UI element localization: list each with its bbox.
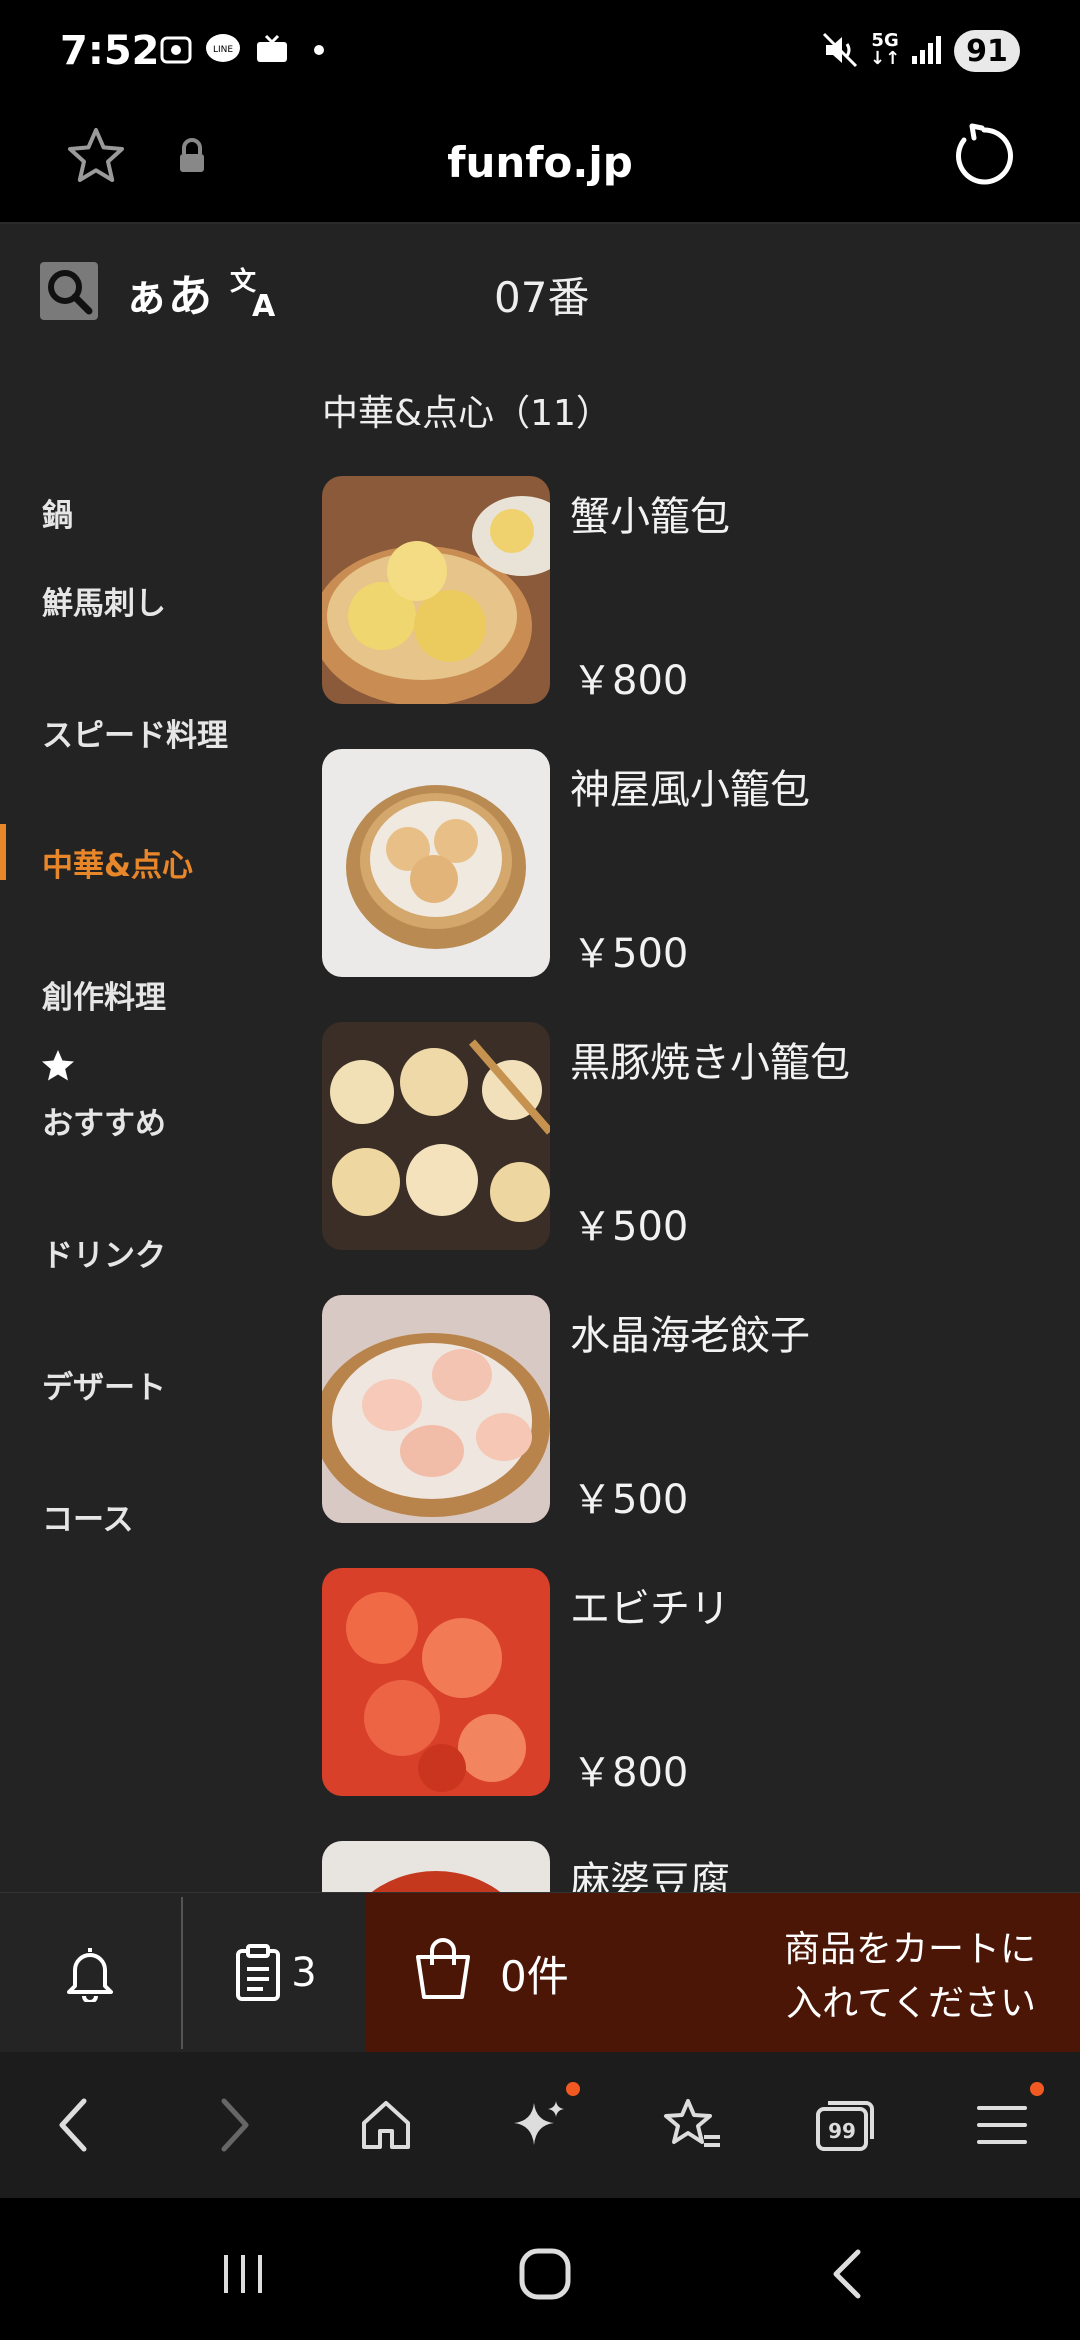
item-photo	[322, 749, 550, 977]
home-icon[interactable]	[346, 2090, 426, 2160]
svg-text:LINE: LINE	[213, 45, 233, 55]
search-button[interactable]	[40, 262, 98, 320]
battery-indicator: 91	[954, 30, 1020, 72]
recent-apps-icon[interactable]	[208, 2244, 278, 2304]
menu-item[interactable]: 蟹小籠包 ￥800	[322, 476, 1062, 704]
item-name: 蟹小籠包	[570, 494, 730, 540]
home-button-icon[interactable]	[510, 2244, 580, 2304]
item-price: ￥500	[572, 931, 689, 977]
font-size-button[interactable]: ぁあ	[124, 260, 212, 324]
item-name: 麻婆豆腐	[570, 1859, 730, 1892]
cart-message: 商品をカートに 入れてください	[716, 1923, 1036, 2031]
network-indicator: 5G ↓↑	[870, 30, 900, 70]
cart-message-line2: 入れてください	[786, 1983, 1036, 2024]
data-arrows-icon: ↓↑	[870, 48, 901, 69]
menu-item[interactable]: 神屋風小籠包 ￥500	[322, 749, 1062, 977]
menu-item[interactable]: 黒豚焼き小籠包 ￥500	[322, 1022, 1062, 1250]
shopping-bag-icon	[416, 1938, 470, 1999]
category-dessert[interactable]: デザート	[0, 1362, 300, 1407]
tv-icon	[254, 30, 290, 70]
item-name: 黒豚焼き小籠包	[570, 1040, 850, 1086]
item-price: ￥500	[572, 1204, 689, 1250]
bookmarks-star-icon[interactable]	[652, 2090, 732, 2160]
item-name: 水晶海老餃子	[570, 1313, 810, 1359]
item-name: エビチリ	[570, 1586, 730, 1632]
table-number: 07番	[494, 273, 590, 322]
order-history-count: 3	[291, 1950, 317, 1996]
signal-icon	[910, 30, 944, 70]
menu-app: ぁあ 文 A 07番 鍋 鮮馬刺し スピード料理 中華&点心 創作料理 おすすめ…	[0, 224, 1080, 1892]
item-price: ￥800	[572, 658, 689, 704]
tabs-icon[interactable]: 99	[806, 2090, 886, 2160]
bell-icon	[67, 1948, 113, 2002]
item-photo	[322, 1841, 550, 1892]
cart-message-line1: 商品をカートに	[783, 1929, 1036, 1970]
clipboard-icon	[236, 1944, 281, 2001]
cart-count: 0件	[500, 1952, 569, 2001]
call-staff-button[interactable]	[0, 1893, 180, 2053]
status-time: 7:52	[60, 28, 160, 74]
screenshot-icon	[158, 30, 194, 70]
ai-sparkle-icon[interactable]	[500, 2090, 580, 2160]
browser-nav-bar: 99	[0, 2052, 1080, 2198]
cart-button[interactable]: 0件 商品をカートに 入れてください	[366, 1893, 1080, 2053]
item-photo	[322, 1295, 550, 1523]
category-chuka[interactable]: 中華&点心	[0, 840, 300, 885]
item-photo	[322, 476, 550, 704]
forward-arrow-icon[interactable]	[194, 2090, 274, 2160]
category-drink[interactable]: ドリンク	[0, 1230, 300, 1275]
category-speed[interactable]: スピード料理	[0, 710, 300, 755]
system-nav-bar	[0, 2198, 1080, 2340]
notification-dot	[1030, 2082, 1044, 2096]
lock-icon[interactable]	[176, 136, 208, 180]
menu-item[interactable]: 麻婆豆腐	[322, 1841, 1062, 1892]
item-photo	[322, 1568, 550, 1796]
menu-hamburger-icon[interactable]	[962, 2090, 1042, 2160]
dot-icon	[312, 30, 326, 70]
category-course[interactable]: コース	[0, 1494, 300, 1539]
status-bar: 7:52 LINE 5G ↓↑ 91	[0, 0, 1080, 110]
browser-url-bar: funfo.jp	[0, 110, 1080, 224]
item-price: ￥500	[572, 1477, 689, 1523]
category-osusume[interactable]: おすすめ	[0, 1098, 300, 1143]
translate-icon[interactable]: 文 A	[228, 264, 284, 324]
item-name: 神屋風小籠包	[570, 767, 810, 813]
svg-text:99: 99	[828, 2119, 856, 2143]
url-text[interactable]: funfo.jp	[0, 138, 1080, 187]
bookmark-star-icon[interactable]	[64, 124, 128, 192]
back-button-icon[interactable]	[812, 2244, 882, 2304]
section-title: 中華&点心（11）	[322, 393, 612, 434]
svg-text:A: A	[252, 289, 276, 320]
reload-icon[interactable]	[950, 122, 1018, 194]
category-sosaku[interactable]: 創作料理	[0, 972, 300, 1017]
mute-icon	[820, 30, 860, 70]
line-app-icon: LINE	[204, 30, 242, 70]
category-basashi[interactable]: 鮮馬刺し	[0, 578, 300, 623]
item-price: ￥800	[572, 1750, 689, 1796]
notification-dot	[566, 2082, 580, 2096]
menu-item[interactable]: 水晶海老餃子 ￥500	[322, 1295, 1062, 1523]
order-bar: 3 0件 商品をカートに 入れてください	[0, 1892, 1080, 2053]
star-icon	[40, 1048, 76, 1088]
menu-item[interactable]: エビチリ ￥800	[322, 1568, 1062, 1796]
menu-header: ぁあ 文 A 07番	[0, 224, 1080, 354]
divider	[181, 1897, 183, 2049]
search-icon	[48, 270, 93, 315]
order-history-button[interactable]: 3	[184, 1893, 366, 2053]
category-nabe[interactable]: 鍋	[0, 490, 300, 535]
item-photo	[322, 1022, 550, 1250]
back-arrow-icon[interactable]	[34, 2090, 114, 2160]
